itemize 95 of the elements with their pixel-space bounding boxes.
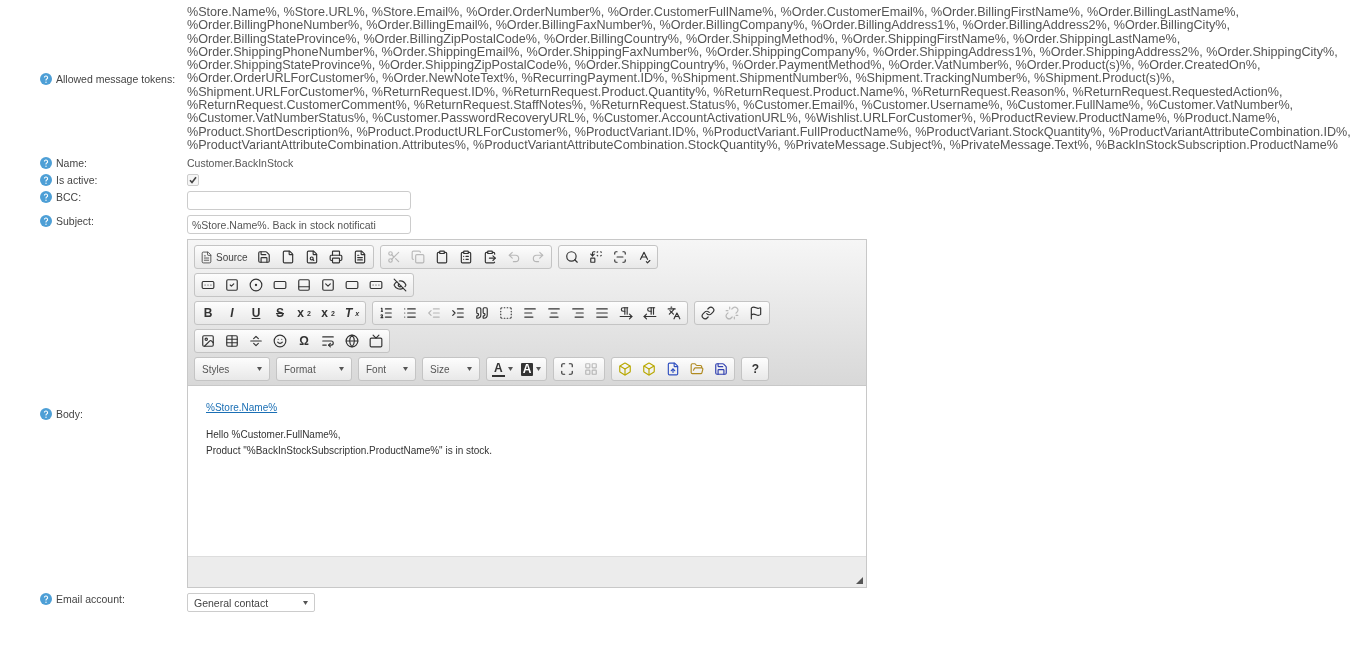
field-label: Email account:	[56, 593, 125, 606]
folder-icon	[690, 362, 705, 377]
account-select[interactable]: General contact	[187, 593, 315, 613]
help-button[interactable]: ?	[743, 359, 768, 380]
numbered-list-icon	[379, 306, 393, 321]
field-label: Body:	[56, 407, 83, 420]
copy-icon	[410, 250, 425, 265]
italic-button[interactable]: I	[220, 303, 244, 324]
caret-icon	[339, 367, 344, 372]
blocks-icon	[584, 362, 599, 377]
table-icon	[225, 334, 239, 349]
save-icon	[714, 362, 729, 377]
textarea-icon	[297, 278, 311, 293]
underline-button[interactable]: U	[244, 303, 268, 324]
justify-icon	[595, 306, 609, 321]
link-icon	[701, 306, 715, 321]
checkbox[interactable]	[187, 174, 199, 187]
search-icon	[564, 250, 579, 265]
clipboard-icon	[434, 250, 449, 265]
field-label: Subject:	[56, 215, 94, 228]
help-icon	[40, 73, 52, 86]
field-label: Name:	[56, 157, 87, 170]
help-icon	[40, 191, 52, 204]
token-list: %Store.Name%, %Store.URL%, %Store.Email%, %Order.OrderNumber%, %Order.CustomerFullName%, %Order.CustomerEmail%, %Order.BillingFirstName%, %Order.BillingLastName%, %Order.BillingPhoneNumber%, %Order.BillingEmail%, %Order.BillingFaxNumber%, %Order.BillingCompany%, %Order.BillingAddress1%, %Order.BillingAddress2%, %Order.BillingCity%, %Order.BillingStateProvince%, %Order.BillingZipPostalCode%, %Order.BillingCountry%, %Order.ShippingMethod%, %Order.ShippingFirstName%, %Order.ShippingLastName%, %Order.ShippingPhoneNumber%, %Order.ShippingEmail%, %Order.ShippingFaxNumber%, %Order.ShippingCompany%, %Order.ShippingAddress1%, %Order.ShippingAddress2%, %Order.ShippingCity%, %Order.ShippingStateProvince%, %Order.ShippingZipPostalCode%, %Order.ShippingCountry%, %Order.PaymentMethod%, %Order.VatNumber%, %Order.Product(s)%, %Order.CreatedOn%, %Order.OrderURLForCustomer%, %Order.NewNoteText%, %RecurringPayment.ID%, %Shipment.ShipmentNumber%, %Shipment.TrackingNumber%, %Shipment.Product(s)%, %Shipment.URLForCustomer%, %ReturnRequest.ID%, %ReturnRequest.Product.Quantity%, %ReturnRequest.Product.Name%, %ReturnRequest.Reason%, %ReturnRequest.RequestedAction%, %ReturnRequest.CustomerComment%, %ReturnRequest.StaffNotes%, %ReturnRequest.Status%, %Customer.Email%, %Customer.Username%, %Customer.FullName%, %Customer.VatNumber%, %Customer.VatNumberStatus%, %Customer.PasswordRecoveryURL%, %Customer.AccountActivationURL%, %Wishlist.URLForCustomer%, %ProductReview.ProductName%, %Product.Name%, %Product.ShortDescription%, %Product.ProductURLForCustomer%, %ProductVariant.ID%, %ProductVariant.FullProductName%, %ProductVariant.StockQuantity%, %ProductVariantAttributeCombination.ID%, %ProductVariantAttributeCombination.Attributes%, %ProductVariantAttributeCombination.StockQuantity%, %PrivateMessage.Subject%, %PrivateMessage.Text%, %BackInStockSubscription.ProductName%	[187, 6, 1352, 153]
strikethrough-button[interactable]: S	[268, 303, 292, 324]
page-icon	[280, 250, 295, 265]
maximize-icon	[560, 362, 575, 377]
caret-icon	[536, 367, 542, 372]
field-label: Is active:	[56, 174, 98, 187]
caret-icon	[467, 367, 472, 372]
circle-dot-icon	[249, 278, 263, 293]
align-left-icon	[523, 306, 537, 321]
file-upload-icon	[666, 362, 681, 377]
smiley-icon	[273, 334, 287, 349]
select-all-icon	[612, 250, 627, 265]
help-icon	[40, 157, 52, 170]
text-field[interactable]	[187, 191, 411, 211]
clipboard-list-icon	[458, 250, 473, 265]
box-icon	[618, 362, 633, 377]
store-link[interactable]: %Store.Name%	[206, 402, 278, 414]
body-line: Hello %Customer.FullName%,	[206, 428, 342, 442]
document-icon	[352, 250, 367, 265]
text-field[interactable]: %Store.Name%. Back in stock notificati	[187, 215, 411, 235]
language-icon	[667, 306, 681, 321]
indent-icon	[451, 306, 465, 321]
align-right-icon	[571, 306, 585, 321]
globe-icon	[345, 334, 359, 349]
caret-icon	[303, 600, 308, 605]
body-line: Product "%BackInStockSubscription.ProductName%" is in stock.	[206, 444, 494, 458]
caret-icon	[507, 367, 513, 372]
video-icon	[369, 334, 383, 349]
select-icon	[321, 278, 335, 293]
dropdown-button[interactable]: Font	[360, 359, 414, 380]
background-color-button[interactable]: A	[516, 359, 546, 380]
div-icon	[499, 306, 513, 321]
replace-icon	[588, 250, 603, 265]
help-icon	[40, 215, 52, 228]
resize-grip-icon[interactable]	[856, 577, 863, 585]
dropdown-button[interactable]: Size	[424, 359, 478, 380]
bulleted-list-icon	[403, 306, 417, 321]
horizontal-rule-icon	[249, 334, 263, 349]
quote-icon	[475, 306, 489, 321]
caret-icon	[403, 367, 408, 372]
pilcrow-right-icon	[619, 306, 633, 321]
dropdown-button[interactable]: Format	[278, 359, 350, 380]
clipboard-paste-icon	[482, 250, 497, 265]
pilcrow-left-icon	[643, 306, 657, 321]
square-check-icon	[225, 278, 239, 293]
source-button[interactable]: Source	[196, 247, 252, 268]
superscript-button[interactable]: x$^{2}$	[316, 303, 340, 324]
outdent-icon	[427, 306, 441, 321]
field-label: Allowed message tokens:	[56, 73, 176, 86]
caret-icon	[257, 367, 262, 372]
unlink-icon	[725, 306, 739, 321]
redo-icon	[530, 250, 545, 265]
box-icon	[642, 362, 657, 377]
text-color-button[interactable]: A	[488, 359, 517, 380]
image-icon	[201, 334, 215, 349]
align-center-icon	[547, 306, 561, 321]
help-icon	[40, 407, 52, 420]
cut-icon	[386, 250, 401, 265]
dropdown-button[interactable]: Styles	[196, 359, 268, 380]
save-icon	[256, 250, 271, 265]
flag-icon	[749, 306, 763, 321]
field-label: BCC:	[56, 191, 82, 204]
preview-icon	[304, 250, 319, 265]
wrap-icon	[321, 334, 335, 349]
source-icon	[200, 250, 213, 264]
name-value: Customer.BackInStock	[187, 157, 294, 170]
special-character-button[interactable]: Ω	[292, 331, 316, 352]
help-icon	[40, 174, 52, 187]
help-icon	[40, 593, 52, 606]
bold-button[interactable]: B	[196, 303, 220, 324]
undo-icon	[506, 250, 521, 265]
print-icon	[328, 250, 343, 265]
